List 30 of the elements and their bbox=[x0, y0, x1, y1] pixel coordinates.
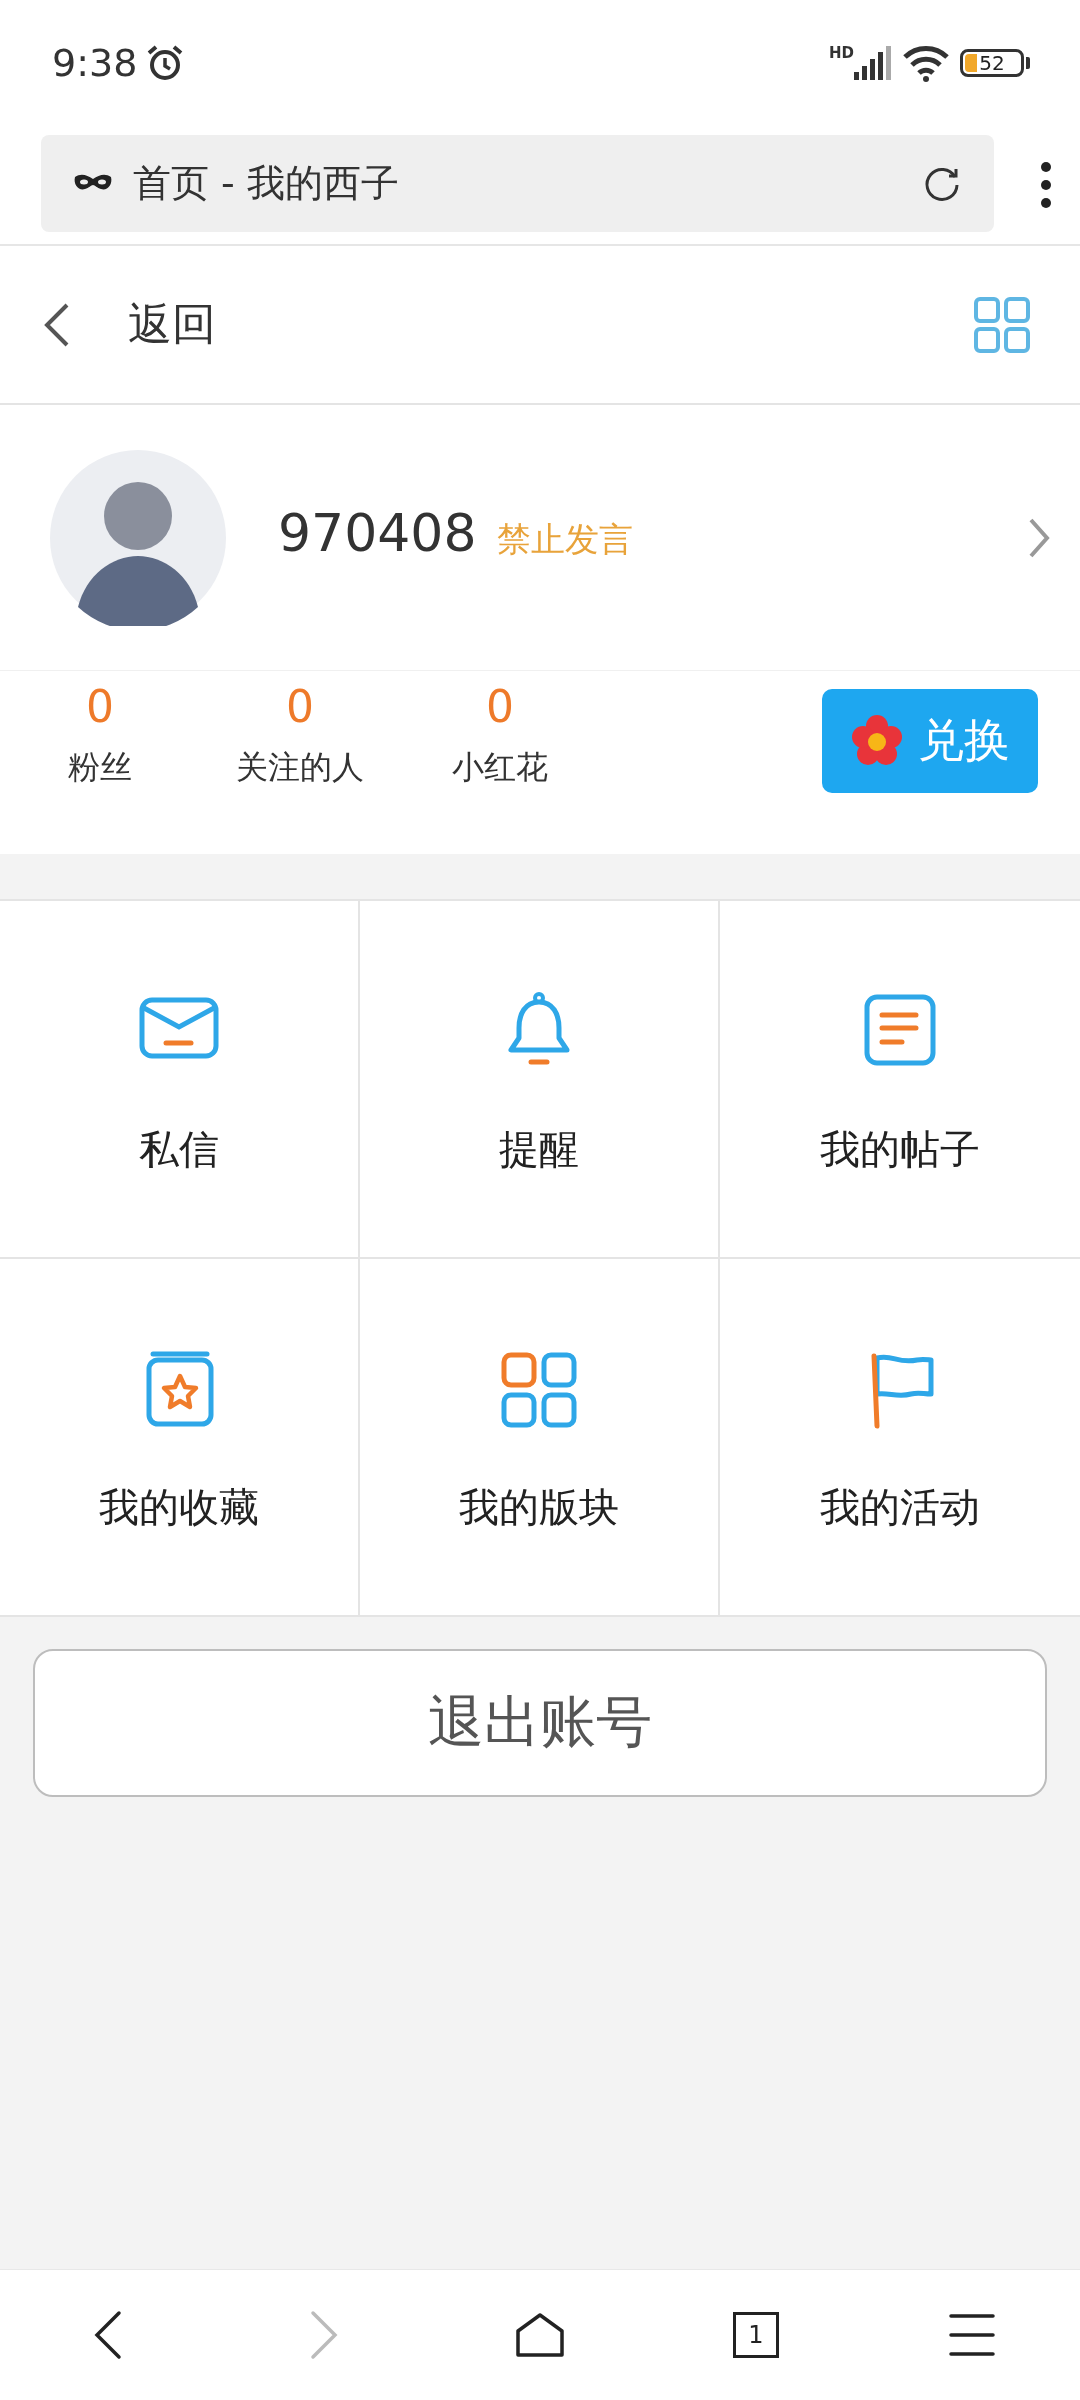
tabs-button[interactable]: 1 bbox=[733, 2312, 779, 2358]
logout-button[interactable]: 退出账号 bbox=[33, 1649, 1047, 1797]
menu-tile[interactable]: 我的版块 bbox=[360, 1259, 720, 1617]
page-title: 首页 - 我的西子 bbox=[133, 159, 400, 207]
username: 970408 bbox=[278, 502, 477, 563]
back-icon[interactable] bbox=[93, 2310, 123, 2360]
stat-label[interactable]: 小红花 bbox=[452, 746, 548, 790]
menu-tile[interactable]: 我的活动 bbox=[720, 1259, 1080, 1617]
stat-count: 0 bbox=[486, 681, 514, 732]
menu-tile[interactable]: 我的收藏 bbox=[0, 1259, 360, 1617]
stat-count: 0 bbox=[286, 681, 314, 732]
battery-indicator: 52 bbox=[960, 49, 1024, 77]
menu-icon[interactable] bbox=[949, 2313, 995, 2357]
wifi-icon bbox=[902, 44, 950, 82]
clock-time: 9:38 bbox=[52, 41, 138, 85]
network-label: HD bbox=[829, 44, 854, 62]
signal-icon bbox=[852, 46, 892, 80]
stat-label[interactable]: 粉丝 bbox=[68, 746, 132, 790]
stat-count: 0 bbox=[86, 681, 114, 732]
menu-tile[interactable]: 我的帖子 bbox=[720, 901, 1080, 1259]
chevron-right-icon[interactable] bbox=[1028, 516, 1050, 559]
home-icon[interactable] bbox=[516, 2313, 564, 2357]
stat-label[interactable]: 关注的人 bbox=[236, 746, 364, 790]
status-label: 禁止发言 bbox=[496, 517, 633, 561]
menu-tile[interactable]: 私信 bbox=[0, 901, 360, 1259]
more-icon[interactable] bbox=[1040, 162, 1052, 208]
back-link[interactable]: 返回 bbox=[128, 295, 216, 354]
menu-tile[interactable]: 提醒 bbox=[360, 901, 720, 1259]
address-bar[interactable]: 首页 - 我的西子 bbox=[41, 134, 994, 232]
flower-icon bbox=[850, 714, 904, 768]
